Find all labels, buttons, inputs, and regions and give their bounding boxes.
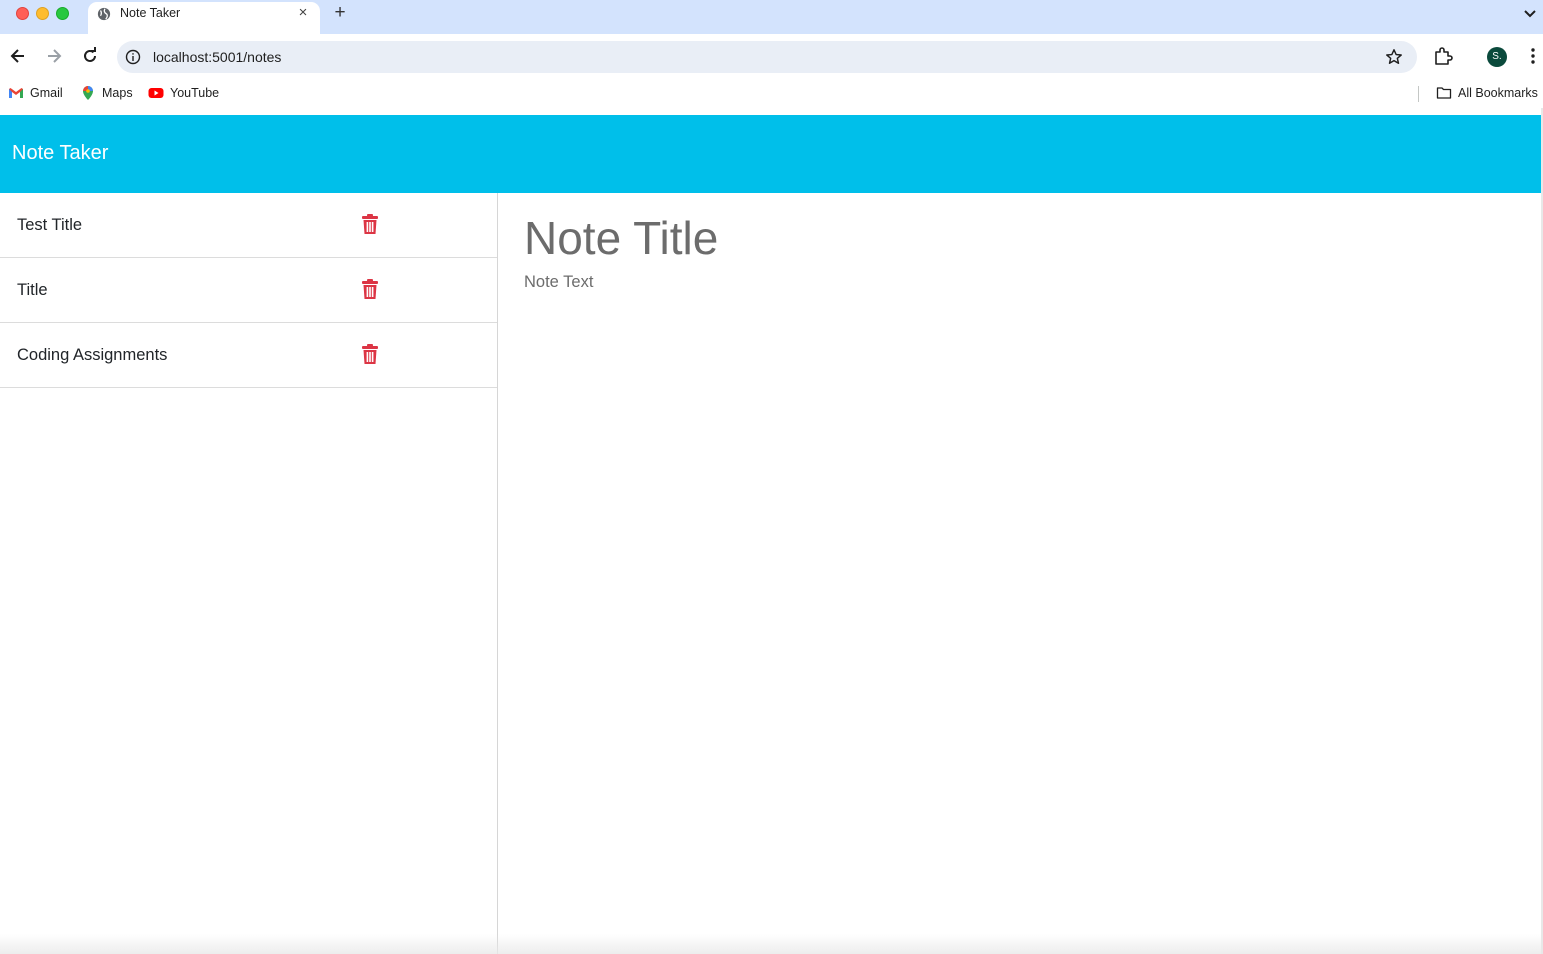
- info-icon[interactable]: [125, 49, 141, 65]
- gmail-icon: [9, 88, 23, 98]
- url-text[interactable]: localhost:5001/notes: [153, 49, 281, 65]
- list-item[interactable]: Title: [0, 258, 497, 323]
- app-title[interactable]: Note Taker: [12, 142, 108, 165]
- trash-icon[interactable]: [361, 344, 379, 364]
- more-vert-icon[interactable]: [1523, 46, 1543, 66]
- address-bar[interactable]: localhost:5001/notes: [117, 41, 1417, 73]
- browser-toolbar: localhost:5001/notes S.: [0, 34, 1543, 78]
- maps-icon: [83, 86, 93, 100]
- all-bookmarks-button[interactable]: All Bookmarks: [1436, 84, 1538, 102]
- trash-icon[interactable]: [361, 279, 379, 299]
- tab-close-button[interactable]: ×: [294, 4, 312, 22]
- list-item[interactable]: Test Title: [0, 193, 497, 258]
- profile-avatar[interactable]: S.: [1487, 47, 1507, 67]
- folder-icon: [1436, 87, 1452, 99]
- extensions-puzzle-icon[interactable]: [1433, 46, 1453, 66]
- minimize-window-button[interactable]: [36, 7, 49, 20]
- bookmarks-bar: Gmail Maps YouTube All Bookmarks: [0, 78, 1543, 108]
- trash-icon[interactable]: [361, 214, 379, 234]
- note-item-title[interactable]: Coding Assignments: [17, 346, 167, 365]
- globe-icon: [97, 7, 111, 21]
- note-editor: [499, 193, 1541, 954]
- forward-arrow-icon[interactable]: [44, 46, 64, 66]
- close-window-button[interactable]: [16, 7, 29, 20]
- note-item-title[interactable]: Test Title: [17, 216, 82, 235]
- bookmark-label: YouTube: [170, 86, 220, 100]
- note-text-input[interactable]: [524, 273, 1504, 773]
- app-navbar: Note Taker: [0, 115, 1541, 193]
- chevron-down-icon[interactable]: [1521, 4, 1539, 22]
- list-item[interactable]: Coding Assignments: [0, 323, 497, 388]
- note-list: Test Title Title Coding Assignments: [0, 193, 498, 954]
- youtube-icon: [148, 88, 164, 98]
- new-tab-button[interactable]: +: [330, 3, 350, 23]
- back-arrow-icon[interactable]: [8, 46, 28, 66]
- reload-icon[interactable]: [80, 46, 100, 66]
- star-icon[interactable]: [1385, 48, 1403, 66]
- bookmark-youtube[interactable]: YouTube: [148, 84, 219, 102]
- bookmark-label: Gmail: [30, 86, 63, 100]
- browser-tab-strip: Note Taker × +: [0, 0, 1543, 34]
- browser-tab-active[interactable]: Note Taker ×: [88, 2, 320, 34]
- note-item-title[interactable]: Title: [17, 281, 48, 300]
- tab-title: Note Taker: [120, 6, 181, 20]
- bookmark-gmail[interactable]: Gmail: [8, 84, 63, 102]
- bookmark-maps[interactable]: Maps: [80, 84, 133, 102]
- all-bookmarks-label: All Bookmarks: [1458, 86, 1538, 100]
- bookmark-label: Maps: [102, 86, 133, 100]
- maximize-window-button[interactable]: [56, 7, 69, 20]
- note-title-input[interactable]: [524, 208, 1504, 268]
- bookmarks-divider: [1418, 86, 1419, 102]
